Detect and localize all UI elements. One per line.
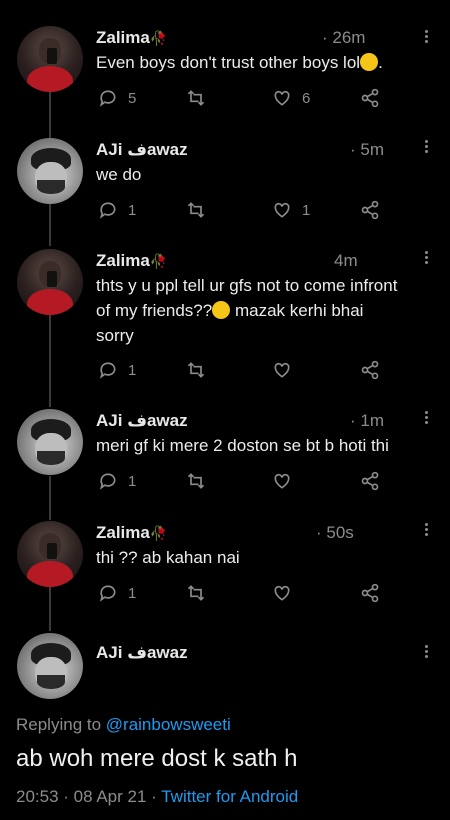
retweet-icon xyxy=(187,473,205,489)
tweet-time: · 50s xyxy=(316,523,354,542)
like-icon xyxy=(274,473,290,489)
retweet-icon xyxy=(187,202,205,218)
like-icon xyxy=(274,585,290,601)
tweet-time: 4m xyxy=(334,251,358,270)
reply-button[interactable]: 5 xyxy=(98,86,136,110)
avatar[interactable] xyxy=(17,26,83,92)
tweet-text: we do xyxy=(96,165,142,184)
like-count: 1 xyxy=(302,201,311,219)
share-icon xyxy=(361,583,379,603)
avatar[interactable] xyxy=(17,138,83,204)
tweet-text: meri gf ki mere 2 doston se bt b hoti th… xyxy=(96,436,389,455)
share-icon xyxy=(361,471,379,491)
share-button[interactable] xyxy=(360,358,380,382)
share-button[interactable] xyxy=(360,581,380,605)
more-icon[interactable] xyxy=(420,643,432,663)
reply-icon xyxy=(99,362,116,379)
author-name[interactable]: AJi فawaz xyxy=(96,643,188,663)
share-button[interactable] xyxy=(360,86,380,110)
author-name: Zalima xyxy=(96,251,150,270)
tweet-author[interactable]: Zalima🥀 xyxy=(96,28,167,48)
like-button[interactable] xyxy=(272,358,292,382)
tweet[interactable]: AJi فawaz · 1m meri gf ki mere 2 doston … xyxy=(0,395,450,505)
smile-emoji xyxy=(212,301,231,319)
retweet-button[interactable] xyxy=(186,86,206,110)
retweet-button[interactable] xyxy=(186,358,206,382)
retweet-icon xyxy=(187,362,205,378)
tweet-text: thi ?? ab kahan nai xyxy=(96,548,240,567)
author-name: Zalima xyxy=(96,523,150,542)
reply-count: 1 xyxy=(128,361,137,379)
tweet[interactable]: Zalima🥀 · 26m Even boys don't trust othe… xyxy=(0,0,450,120)
share-button[interactable] xyxy=(360,469,380,493)
reply-icon xyxy=(99,585,116,602)
like-button[interactable]: 1 xyxy=(272,198,310,222)
smile-emoji xyxy=(360,53,379,71)
reply-icon xyxy=(99,202,116,219)
tweet[interactable]: Zalima🥀 · 50s thi ?? ab kahan nai 1 xyxy=(0,505,450,615)
tweet-meta: 20:53 · 08 Apr 21 · Twitter for Android xyxy=(16,787,298,807)
reply-handle-link[interactable]: @rainbowsweeti xyxy=(106,715,231,734)
reply-count: 5 xyxy=(128,89,137,107)
reply-button[interactable]: 1 xyxy=(98,358,136,382)
like-button[interactable] xyxy=(272,469,292,493)
rose-emoji: 🥀 xyxy=(149,525,168,541)
reply-button[interactable]: 1 xyxy=(98,198,136,222)
reply-count: 1 xyxy=(128,584,137,602)
author-name[interactable]: AJi فawaz xyxy=(96,411,188,431)
like-icon xyxy=(274,90,290,106)
author-name[interactable]: AJi فawaz xyxy=(96,140,188,160)
more-icon[interactable] xyxy=(420,249,432,269)
rose-emoji: 🥀 xyxy=(149,253,168,269)
retweet-icon xyxy=(187,585,205,601)
avatar[interactable] xyxy=(17,633,83,699)
tweet-author[interactable]: Zalima🥀 xyxy=(96,251,167,271)
tweet-time: · 1m xyxy=(350,411,384,430)
tweet-author[interactable]: Zalima🥀 xyxy=(96,523,167,543)
avatar[interactable] xyxy=(17,409,83,475)
like-button[interactable] xyxy=(272,581,292,605)
tweet-text: thts y u ppl tell ur gfs not to come inf… xyxy=(96,276,398,345)
tweet-time: · 5m xyxy=(350,140,384,159)
replying-to: Replying to @rainbowsweeti xyxy=(16,715,231,734)
share-icon xyxy=(361,88,379,108)
tweet-source-link[interactable]: Twitter for Android xyxy=(161,787,298,806)
share-icon xyxy=(361,360,379,380)
main-tweet-text: ab woh mere dost k sath h xyxy=(16,745,298,772)
reply-count: 1 xyxy=(128,472,137,490)
like-icon xyxy=(274,202,290,218)
tweet-timestamp: 20:53 · 08 Apr 21 · xyxy=(16,787,162,806)
retweet-icon xyxy=(187,90,205,106)
reply-count: 1 xyxy=(128,201,137,219)
more-icon[interactable] xyxy=(420,521,432,541)
like-count: 6 xyxy=(302,89,311,107)
reply-button[interactable]: 1 xyxy=(98,581,136,605)
retweet-button[interactable] xyxy=(186,198,206,222)
more-icon[interactable] xyxy=(420,28,432,48)
rose-emoji: 🥀 xyxy=(149,30,168,46)
reply-icon xyxy=(99,90,116,107)
retweet-button[interactable] xyxy=(186,469,206,493)
retweet-button[interactable] xyxy=(186,581,206,605)
author-name: Zalima xyxy=(96,28,150,47)
reply-icon xyxy=(99,473,116,490)
more-icon[interactable] xyxy=(420,138,432,158)
tweet-time: · 26m xyxy=(322,28,366,47)
tweet[interactable]: Zalima🥀 4m thts y u ppl tell ur gfs not … xyxy=(0,235,450,395)
tweet-text: Even boys don't trust other boys lol. xyxy=(96,53,383,72)
reply-button[interactable]: 1 xyxy=(98,469,136,493)
like-icon xyxy=(274,362,290,378)
more-icon[interactable] xyxy=(420,409,432,429)
avatar[interactable] xyxy=(17,249,83,315)
share-button[interactable] xyxy=(360,198,380,222)
tweet[interactable]: AJi فawaz · 5m we do 1 1 xyxy=(0,120,450,235)
share-icon xyxy=(361,200,379,220)
like-button[interactable]: 6 xyxy=(272,86,310,110)
avatar[interactable] xyxy=(17,521,83,587)
